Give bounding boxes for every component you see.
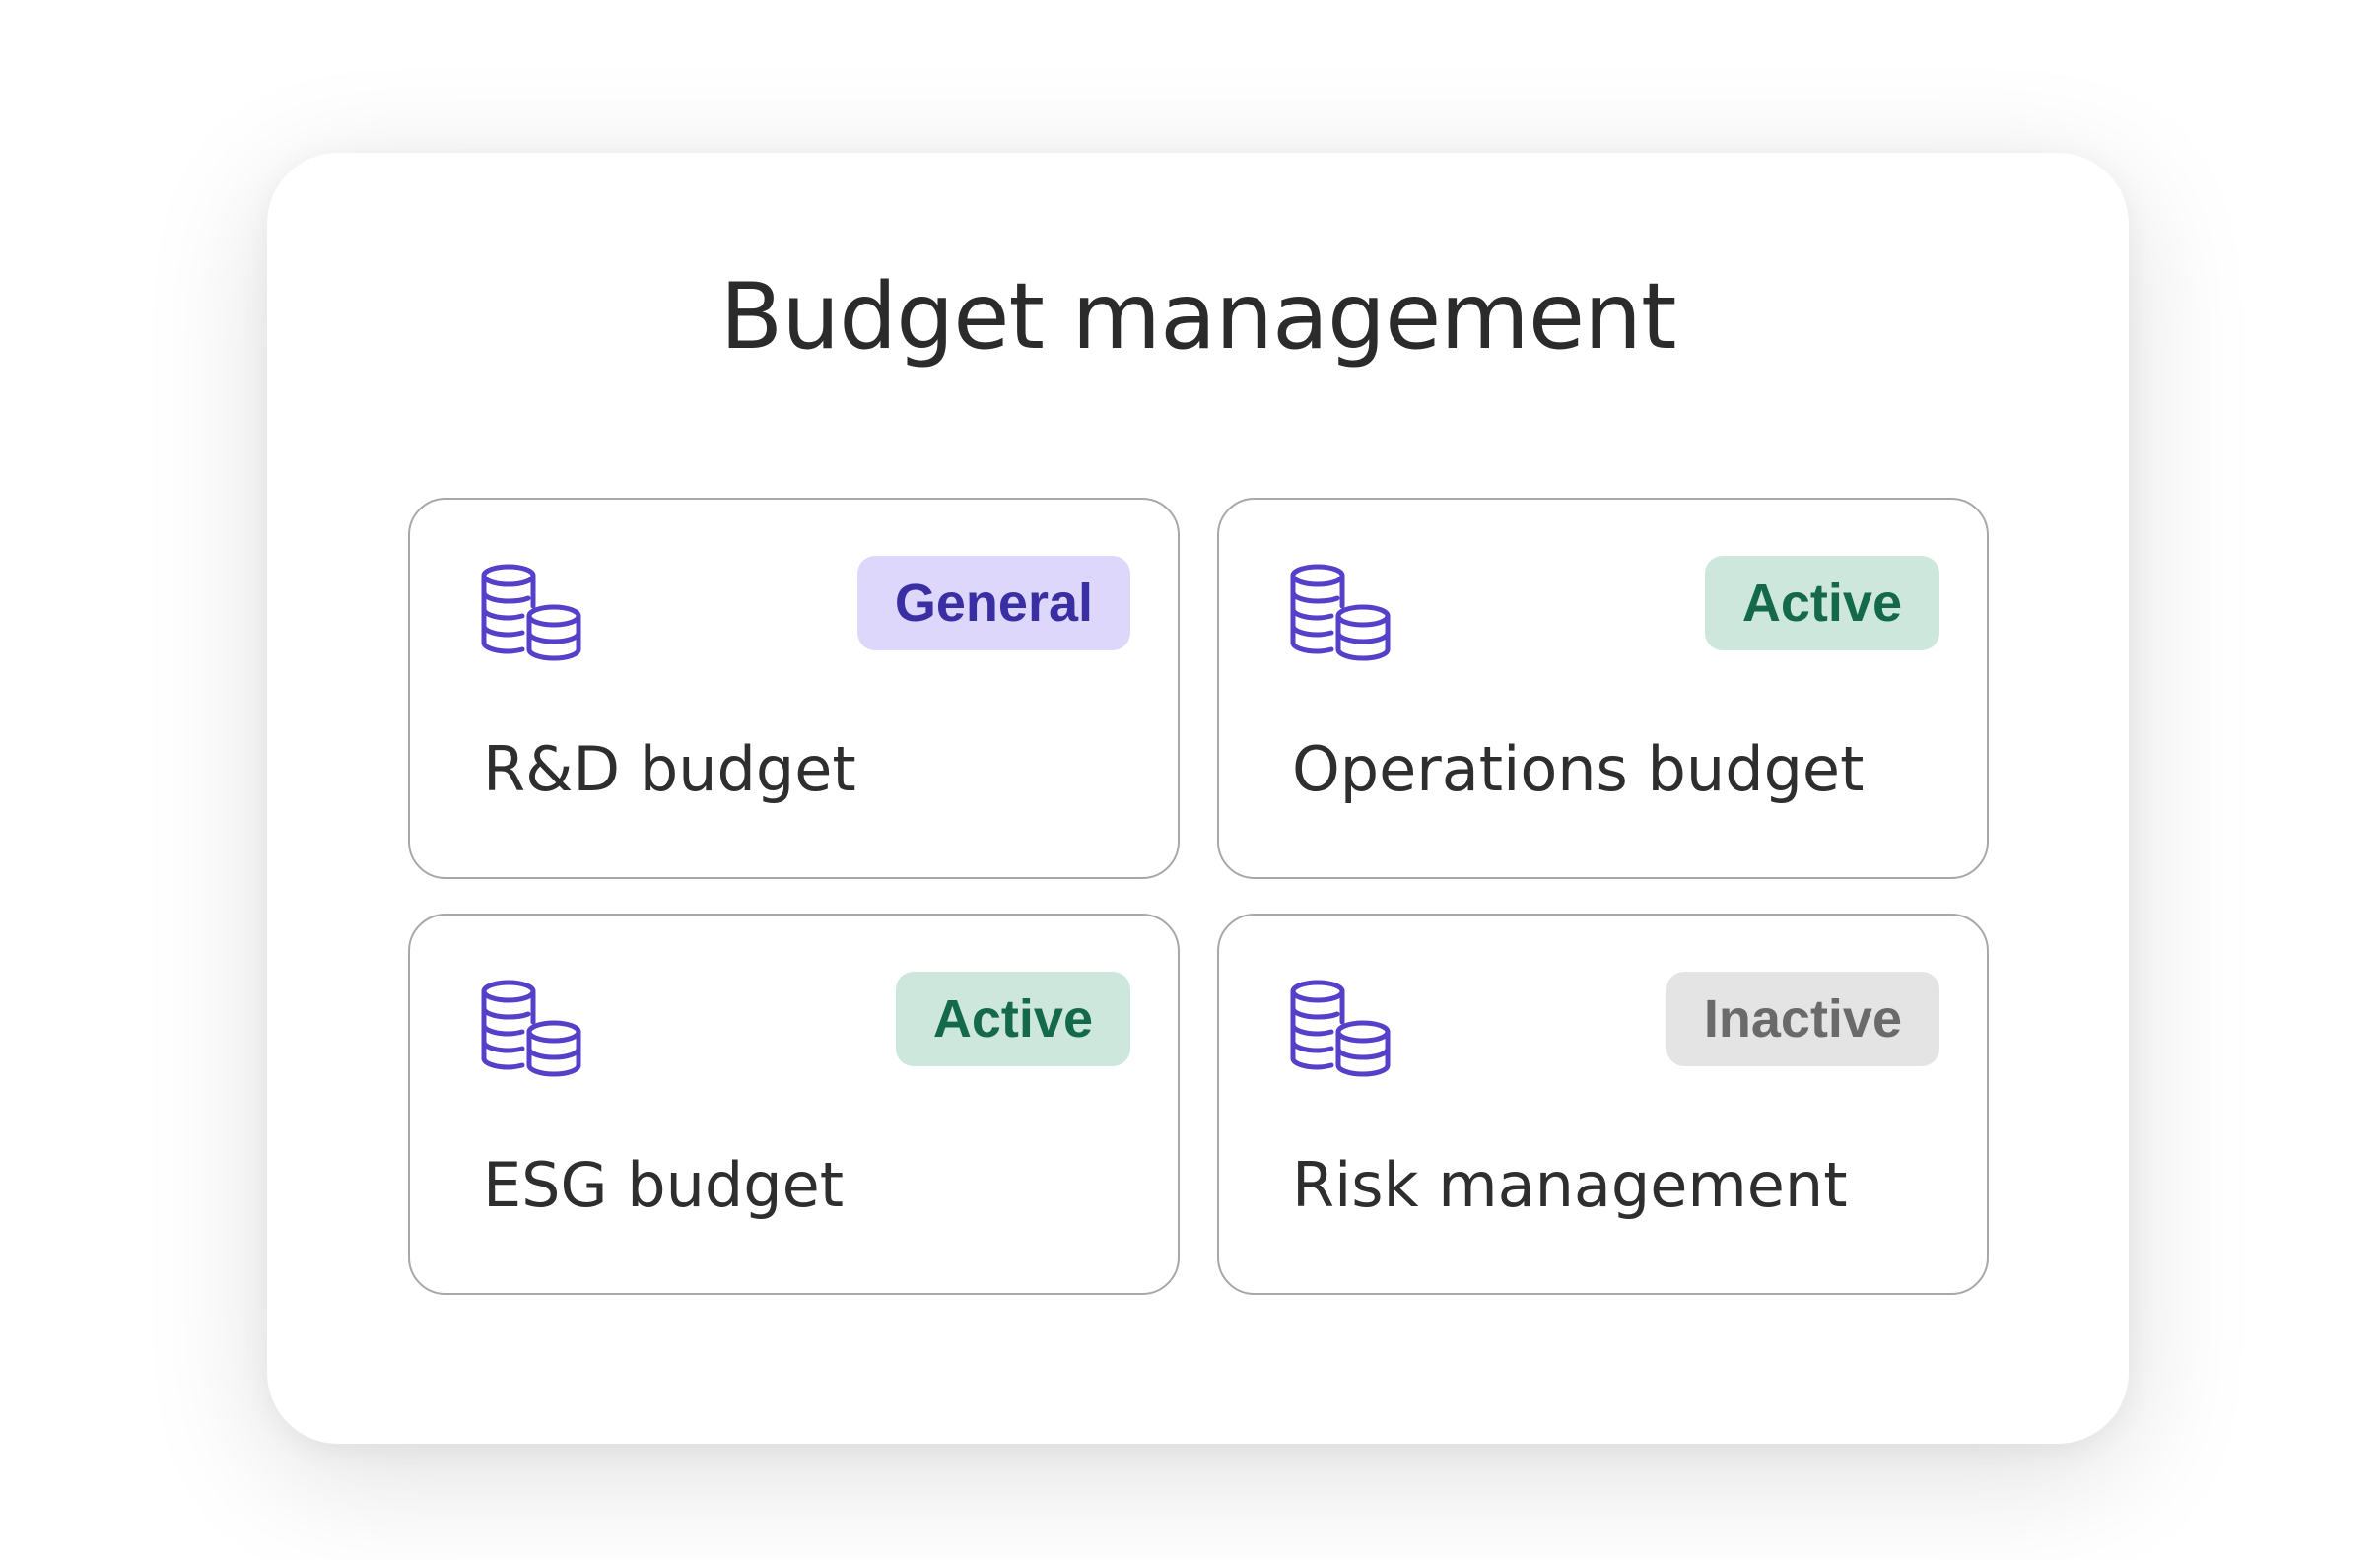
- budget-card-esg[interactable]: Active ESG budget: [408, 914, 1180, 1295]
- card-title: R&D budget: [483, 733, 856, 805]
- status-badge: Active: [1704, 556, 1939, 650]
- card-title: Operations budget: [1292, 733, 1865, 805]
- coins-stack-icon: [481, 979, 583, 1077]
- status-badge: Inactive: [1666, 972, 1939, 1066]
- budget-card-risk-management[interactable]: Inactive Risk management: [1217, 914, 1989, 1295]
- budget-management-panel: Budget management General R&D budget Act…: [267, 153, 2129, 1444]
- status-badge: Active: [895, 972, 1130, 1066]
- budget-card-grid: General R&D budget Active Operations bud: [408, 498, 1989, 1295]
- coins-stack-icon: [481, 563, 583, 661]
- coins-stack-icon: [1290, 979, 1393, 1077]
- budget-card-operations[interactable]: Active Operations budget: [1217, 498, 1989, 879]
- status-badge: General: [856, 556, 1130, 650]
- budget-card-rd[interactable]: General R&D budget: [408, 498, 1180, 879]
- coins-stack-icon: [1290, 563, 1393, 661]
- page-title: Budget management: [719, 263, 1676, 370]
- card-title: Risk management: [1292, 1149, 1848, 1221]
- card-title: ESG budget: [483, 1149, 845, 1221]
